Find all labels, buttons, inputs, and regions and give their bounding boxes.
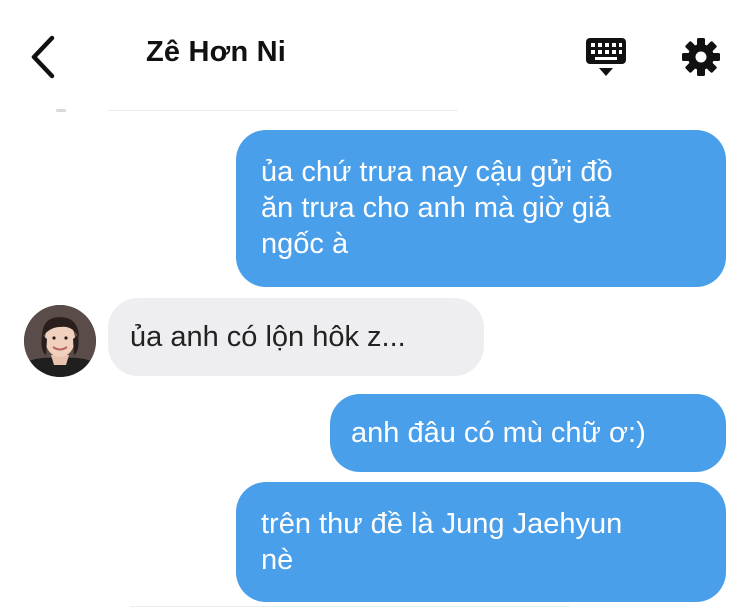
chat-header: Zê Hơn Ni bbox=[0, 0, 750, 112]
avatar[interactable] bbox=[24, 305, 96, 377]
keyboard-button[interactable] bbox=[582, 34, 630, 80]
settings-button[interactable] bbox=[680, 36, 722, 78]
top-divider bbox=[108, 110, 458, 111]
back-button[interactable] bbox=[24, 32, 68, 82]
bottom-divider bbox=[130, 606, 570, 607]
message-edge-fragment bbox=[56, 109, 66, 112]
gear-icon bbox=[682, 38, 720, 76]
message-bubble-incoming[interactable]: ủa anh có lộn hôk z... bbox=[108, 298, 484, 376]
avatar-photo bbox=[24, 305, 96, 377]
keyboard-icon bbox=[586, 38, 626, 76]
message-bubble-outgoing[interactable]: trên thư đề là Jung Jaehyun nè bbox=[236, 482, 726, 602]
chevron-left-icon bbox=[31, 35, 55, 79]
message-bubble-outgoing[interactable]: anh đâu có mù chữ ơ:) bbox=[330, 394, 726, 472]
message-bubble-outgoing[interactable]: ủa chứ trưa nay cậu gửi đồ ăn trưa cho a… bbox=[236, 130, 726, 287]
chat-title: Zê Hơn Ni bbox=[146, 36, 287, 68]
